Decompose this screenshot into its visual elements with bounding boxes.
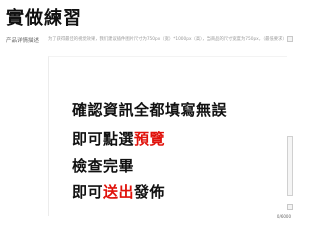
- page-title: 實做練習: [6, 8, 82, 29]
- scroll-up-button[interactable]: [287, 36, 293, 42]
- editor-scrollbar[interactable]: [287, 36, 293, 214]
- page: 實做練習 产品详情描述 为了获得最佳的视觉效果，我们建议插件图片尺寸为750px…: [0, 0, 295, 221]
- highlight-preview: 預覽: [134, 130, 166, 148]
- char-counter: 0/6000: [276, 214, 291, 219]
- instruction-text: 檢查完畢: [72, 157, 135, 175]
- scroll-thumb[interactable]: [287, 136, 293, 196]
- instruction-text: 確認資訊全都填寫無誤: [72, 101, 228, 119]
- scroll-down-button[interactable]: [287, 204, 293, 210]
- highlight-submit: 送出: [103, 183, 135, 201]
- instruction-line-submit: 即可送出發佈: [72, 181, 165, 202]
- description-label: 产品详情描述: [6, 38, 40, 44]
- instruction-text: 發佈: [134, 183, 166, 201]
- instruction-line-confirm: 確認資訊全都填寫無誤: [72, 99, 227, 120]
- instruction-text: 即可: [72, 183, 104, 201]
- instruction-line-preview: 即可點選預覽: [72, 128, 165, 149]
- instruction-line-check: 檢查完畢: [72, 155, 134, 176]
- image-size-hint: 为了获得最佳的视觉效果，我们建议插件图片尺寸为750px（宽）*1000px（高…: [48, 37, 286, 42]
- instruction-text: 即可點選: [72, 130, 135, 148]
